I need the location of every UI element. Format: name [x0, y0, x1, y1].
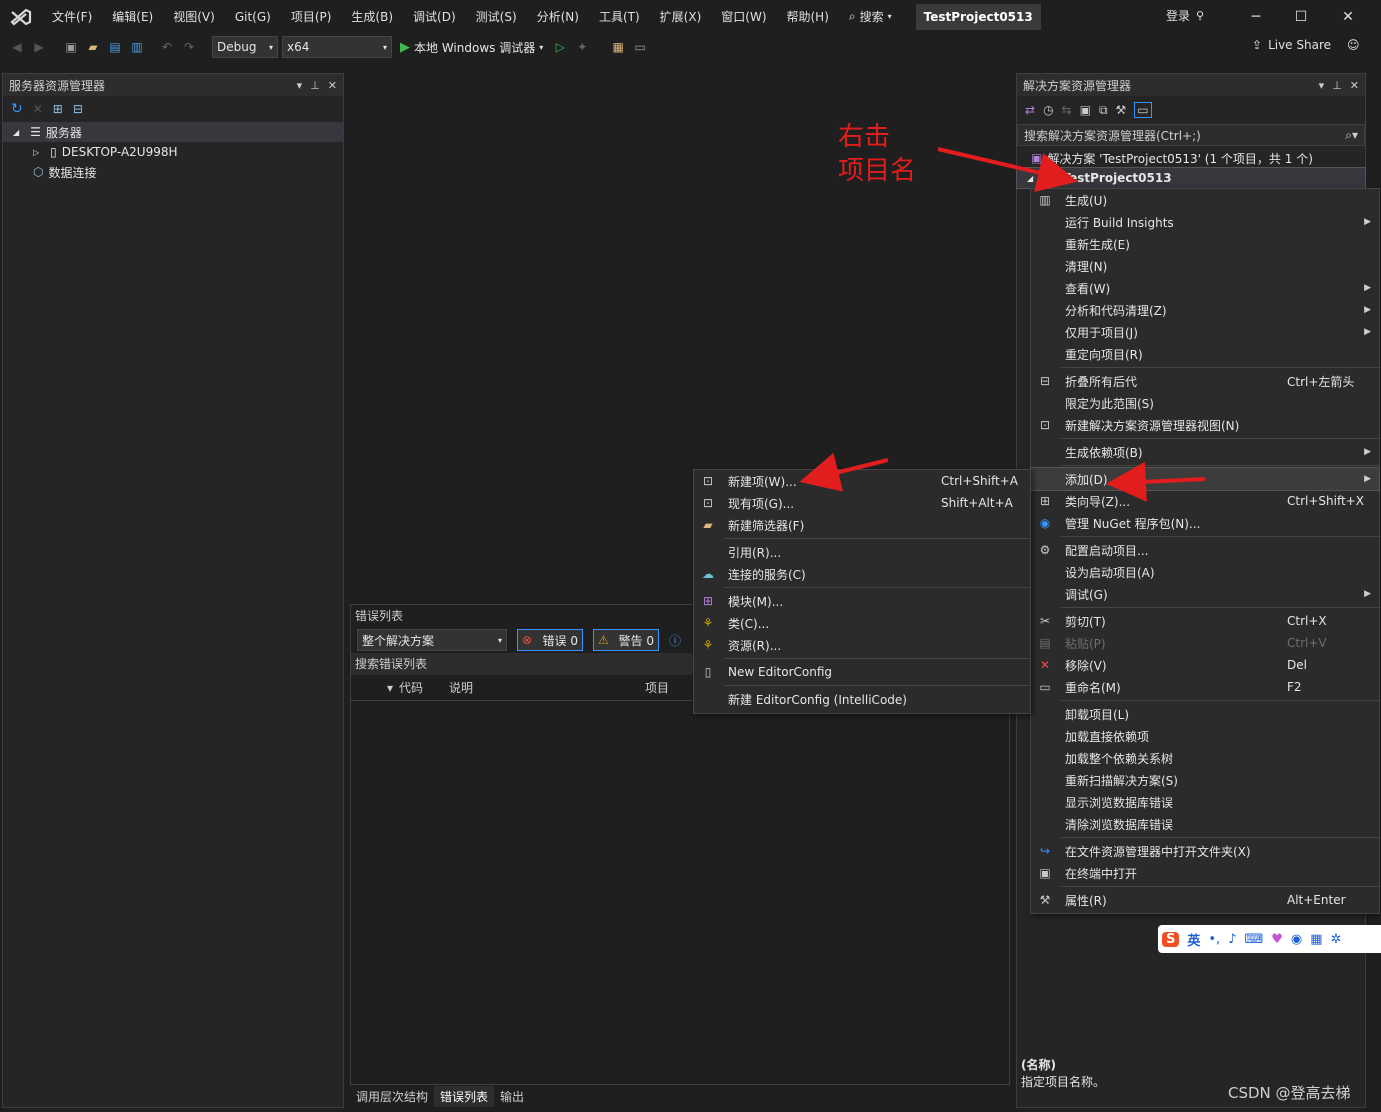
- settings-icon[interactable]: ✲: [1331, 932, 1342, 947]
- keyboard-icon[interactable]: ⌨: [1245, 932, 1264, 947]
- game-icon[interactable]: ◉: [1291, 932, 1302, 947]
- ime-toolbar[interactable]: S 英 •, ♪ ⌨ ♥ ◉ ▦ ✲: [1158, 925, 1381, 953]
- punctuation-icon[interactable]: •,: [1208, 932, 1220, 947]
- vs-window: 文件(F) 编辑(E) 视图(V) Git(G) 项目(P) 生成(B) 调试(D) 测试(S…: [0, 0, 1381, 1112]
- ime-lang[interactable]: 英: [1187, 930, 1200, 949]
- skin-icon[interactable]: ♥: [1271, 932, 1283, 947]
- sogou-logo-icon: S: [1162, 931, 1180, 947]
- arrow-to-new-item: [799, 452, 889, 492]
- arrow-to-project: [937, 147, 1078, 193]
- arrow-to-add: [1106, 461, 1206, 502]
- watermark: CSDN @登高去梯: [1228, 1084, 1351, 1102]
- mic-icon[interactable]: ♪: [1228, 932, 1236, 947]
- apps-icon[interactable]: ▦: [1310, 932, 1322, 947]
